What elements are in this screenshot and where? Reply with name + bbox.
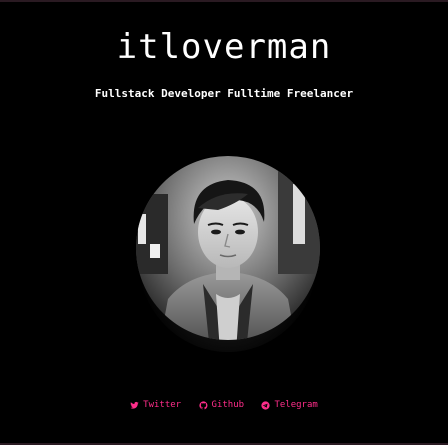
twitter-label: Twitter bbox=[143, 400, 182, 410]
github-icon bbox=[198, 400, 207, 409]
twitter-icon bbox=[130, 401, 139, 409]
top-divider bbox=[0, 0, 448, 2]
avatar bbox=[128, 124, 328, 352]
tagline: Fullstack Developer Fulltime Freelancer bbox=[94, 87, 354, 100]
telegram-label: Telegram bbox=[274, 400, 318, 410]
telegram-link[interactable]: Telegram bbox=[261, 398, 318, 412]
social-links: Twitter Github Telegram bbox=[0, 398, 448, 415]
portrait-photo-icon bbox=[136, 156, 320, 340]
github-link[interactable]: Github bbox=[198, 398, 245, 412]
github-label: Github bbox=[211, 400, 245, 410]
twitter-link[interactable]: Twitter bbox=[130, 398, 181, 412]
site-title: itloverman bbox=[116, 27, 332, 67]
telegram-icon bbox=[261, 400, 271, 410]
